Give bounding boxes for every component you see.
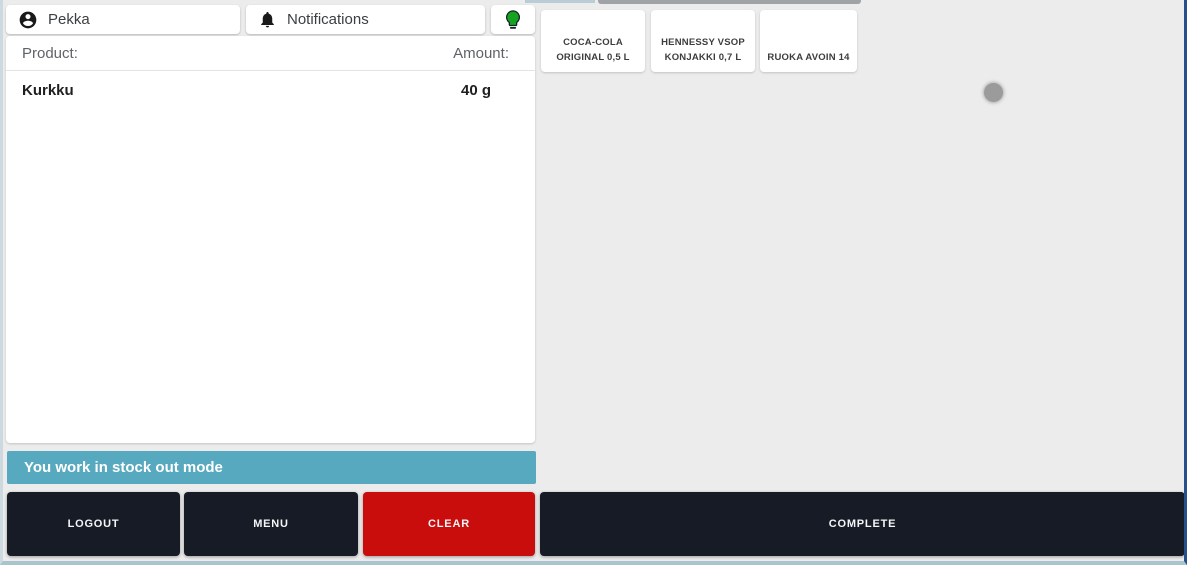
product-card-hennessy[interactable]: HENNESSY VSOP KONJAKKI 0,7 L bbox=[651, 10, 755, 72]
product-column-header: Product: bbox=[22, 45, 78, 62]
clear-button[interactable]: CLEAR bbox=[363, 492, 535, 556]
lightbulb-icon bbox=[502, 9, 524, 31]
logout-button[interactable]: LOGOUT bbox=[7, 492, 180, 556]
bell-icon bbox=[258, 10, 277, 29]
product-card-label: HENNESSY VSOP KONJAKKI 0,7 L bbox=[657, 35, 749, 65]
status-banner-text: You work in stock out mode bbox=[24, 459, 223, 476]
user-name-label: Pekka bbox=[48, 11, 90, 28]
app-window: Pekka Notifications Product: Amount: Kur… bbox=[0, 0, 1187, 565]
notifications-label: Notifications bbox=[287, 11, 369, 28]
account-circle-icon bbox=[18, 10, 38, 30]
order-list-row[interactable]: Kurkku 40 g bbox=[6, 71, 535, 109]
row-amount-value: 40 g bbox=[461, 82, 491, 99]
row-product-name: Kurkku bbox=[22, 82, 74, 99]
notifications-chip[interactable]: Notifications bbox=[246, 5, 485, 34]
complete-button[interactable]: COMPLETE bbox=[540, 492, 1185, 556]
user-chip[interactable]: Pekka bbox=[6, 5, 240, 34]
product-card-ruoka-avoin[interactable]: RUOKA AVOIN 14 bbox=[760, 10, 857, 72]
top-scrollbar-track bbox=[525, 0, 595, 3]
product-card-label: RUOKA AVOIN 14 bbox=[767, 50, 849, 65]
stock-mode-toggle[interactable] bbox=[491, 5, 535, 34]
amount-column-header: Amount: bbox=[453, 45, 509, 62]
order-list-panel: Product: Amount: Kurkku 40 g bbox=[6, 36, 535, 443]
menu-button[interactable]: MENU bbox=[184, 492, 358, 556]
product-card-label: COCA-COLA ORIGINAL 0,5 L bbox=[547, 35, 639, 65]
order-list-header: Product: Amount: bbox=[6, 36, 535, 71]
gray-dot-indicator bbox=[984, 83, 1003, 102]
status-banner: You work in stock out mode bbox=[7, 451, 536, 484]
product-card-coca-cola[interactable]: COCA-COLA ORIGINAL 0,5 L bbox=[541, 10, 645, 72]
top-scrollbar-thumb[interactable] bbox=[598, 0, 861, 4]
